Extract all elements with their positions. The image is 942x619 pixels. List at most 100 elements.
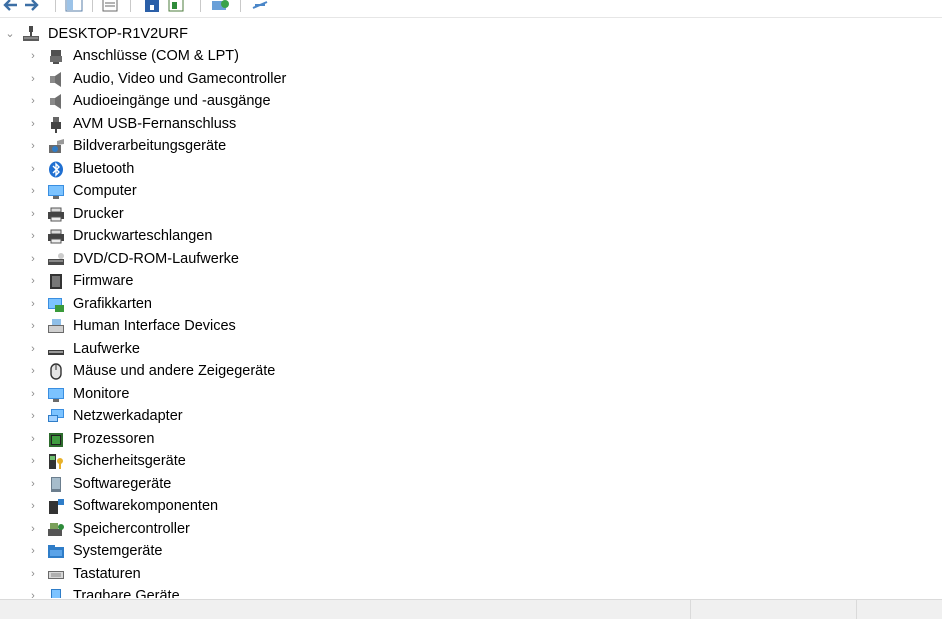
- system-folder-icon: [48, 545, 64, 558]
- disk-drive-icon: [48, 349, 64, 355]
- device-category[interactable]: › Speichercontroller: [0, 518, 942, 540]
- device-category-label: Anschlüsse (COM & LPT): [73, 48, 239, 64]
- optical-drive-icon: [48, 252, 64, 265]
- device-category[interactable]: › Druckwarteschlangen: [0, 225, 942, 247]
- device-category-label: AVM USB-Fernanschluss: [73, 115, 237, 132]
- tree-root[interactable]: ⌄ DESKTOP-R1V2URF: [0, 23, 942, 45]
- chevron-right-icon[interactable]: ›: [28, 248, 38, 270]
- chevron-down-icon[interactable]: ⌄: [5, 23, 15, 45]
- device-tree: ⌄ DESKTOP-R1V2URF › Anschlüsse (COM & LPT…: [0, 20, 942, 598]
- chevron-right-icon[interactable]: ›: [28, 473, 38, 495]
- device-category[interactable]: › DVD/CD-ROM-Laufwerke: [0, 248, 942, 270]
- chevron-right-icon[interactable]: ›: [28, 383, 38, 405]
- software-device-icon: [51, 476, 61, 492]
- chevron-right-icon[interactable]: ›: [28, 518, 38, 540]
- device-category-label: Softwaregeräte: [73, 475, 172, 492]
- device-category[interactable]: › Firmware: [0, 270, 942, 292]
- status-bar-cell: [856, 600, 942, 619]
- remove-device-icon[interactable]: [250, 0, 270, 14]
- device-category[interactable]: › Systemgeräte: [0, 540, 942, 562]
- device-category[interactable]: › Netzwerkadapter: [0, 405, 942, 427]
- printer-icon: [48, 229, 64, 244]
- device-category-label: Mäuse und andere Zeigegeräte: [73, 363, 276, 379]
- device-category-label: Firmware: [73, 273, 134, 289]
- device-category-label: Softwarekomponenten: [73, 498, 219, 514]
- forward-arrow-icon[interactable]: [22, 0, 42, 14]
- network-icon: [48, 409, 64, 422]
- device-category[interactable]: › AVM USB-Fernanschluss: [0, 113, 942, 135]
- device-category[interactable]: › Monitore: [0, 383, 942, 405]
- chevron-right-icon[interactable]: ›: [28, 563, 38, 585]
- chevron-right-icon[interactable]: ›: [28, 270, 38, 292]
- device-category[interactable]: › Prozessoren: [0, 428, 942, 450]
- chevron-right-icon[interactable]: ›: [28, 180, 38, 202]
- device-category[interactable]: › Bildverarbeitungsgeräte: [0, 135, 942, 157]
- chevron-right-icon[interactable]: ›: [28, 585, 38, 598]
- chevron-right-icon[interactable]: ›: [28, 450, 38, 472]
- device-category[interactable]: › Drucker: [0, 203, 942, 225]
- properties-icon[interactable]: [100, 0, 120, 14]
- device-category-label: Audioeingänge und -ausgänge: [73, 93, 271, 109]
- device-category-label: Computer: [73, 183, 137, 199]
- bluetooth-icon: [49, 161, 63, 177]
- chevron-right-icon[interactable]: ›: [28, 135, 38, 157]
- device-category[interactable]: › Sicherheitsgeräte: [0, 450, 942, 472]
- chevron-right-icon[interactable]: ›: [28, 293, 38, 315]
- device-category[interactable]: › Softwaregeräte: [0, 473, 942, 495]
- chevron-right-icon[interactable]: ›: [28, 360, 38, 382]
- back-arrow-icon[interactable]: [0, 0, 20, 14]
- chevron-right-icon[interactable]: ›: [28, 315, 38, 337]
- chevron-right-icon[interactable]: ›: [28, 158, 38, 180]
- help-icon[interactable]: [142, 0, 162, 14]
- device-category-label: Laufwerke: [73, 340, 140, 357]
- display-adapter-icon: [48, 297, 64, 312]
- device-category-label: Speichercontroller: [73, 520, 190, 537]
- speaker-icon: [50, 94, 61, 109]
- update-driver-icon[interactable]: [166, 0, 186, 14]
- device-category[interactable]: › Audio, Video und Gamecontroller: [0, 68, 942, 90]
- device-category[interactable]: › Softwarekomponenten: [0, 495, 942, 517]
- usb-plug-icon: [51, 116, 61, 133]
- chevron-right-icon[interactable]: ›: [28, 90, 38, 112]
- chevron-right-icon[interactable]: ›: [28, 225, 38, 247]
- device-category-label: Drucker: [73, 205, 124, 222]
- device-category[interactable]: › Tastaturen: [0, 563, 942, 585]
- device-category-label: Systemgeräte: [73, 543, 163, 559]
- chevron-right-icon[interactable]: ›: [28, 45, 38, 67]
- device-category[interactable]: › Tragbare Geräte: [0, 585, 942, 598]
- portable-device-icon: [51, 589, 61, 598]
- chevron-right-icon[interactable]: ›: [28, 540, 38, 562]
- software-component-icon: [49, 499, 64, 514]
- device-category-label: Sicherheitsgeräte: [73, 453, 186, 469]
- chevron-right-icon[interactable]: ›: [28, 113, 38, 135]
- device-category-label: Grafikkarten: [73, 295, 152, 312]
- chevron-right-icon[interactable]: ›: [28, 428, 38, 450]
- device-category-label: Bildverarbeitungsgeräte: [73, 138, 227, 154]
- scan-hardware-icon[interactable]: [210, 0, 230, 14]
- show-hide-tree-icon[interactable]: [64, 0, 84, 14]
- toolbar: [0, 0, 942, 18]
- keyboard-icon: [48, 570, 64, 579]
- port-icon: [50, 50, 62, 64]
- device-category-label: Netzwerkadapter: [73, 408, 183, 424]
- device-category[interactable]: › Bluetooth: [0, 158, 942, 180]
- device-category-label: DVD/CD-ROM-Laufwerke: [73, 250, 239, 267]
- device-category[interactable]: › Human Interface Devices: [0, 315, 942, 337]
- device-category-label: Tragbare Geräte: [73, 588, 180, 598]
- device-category[interactable]: › Anschlüsse (COM & LPT): [0, 45, 942, 67]
- chevron-right-icon[interactable]: ›: [28, 495, 38, 517]
- chevron-right-icon[interactable]: ›: [28, 203, 38, 225]
- device-category-label: Monitore: [73, 385, 130, 402]
- device-category[interactable]: › Audioeingänge und -ausgänge: [0, 90, 942, 112]
- chevron-right-icon[interactable]: ›: [28, 338, 38, 360]
- device-category-label: Tastaturen: [73, 565, 141, 582]
- monitor-icon: [48, 185, 64, 199]
- tree-root-label: DESKTOP-R1V2URF: [48, 26, 188, 42]
- chevron-right-icon[interactable]: ›: [28, 405, 38, 427]
- device-category[interactable]: › Mäuse und andere Zeigegeräte: [0, 360, 942, 382]
- device-category[interactable]: › Grafikkarten: [0, 293, 942, 315]
- mouse-icon: [50, 363, 62, 380]
- device-category[interactable]: › Laufwerke: [0, 338, 942, 360]
- chevron-right-icon[interactable]: ›: [28, 68, 38, 90]
- device-category[interactable]: › Computer: [0, 180, 942, 202]
